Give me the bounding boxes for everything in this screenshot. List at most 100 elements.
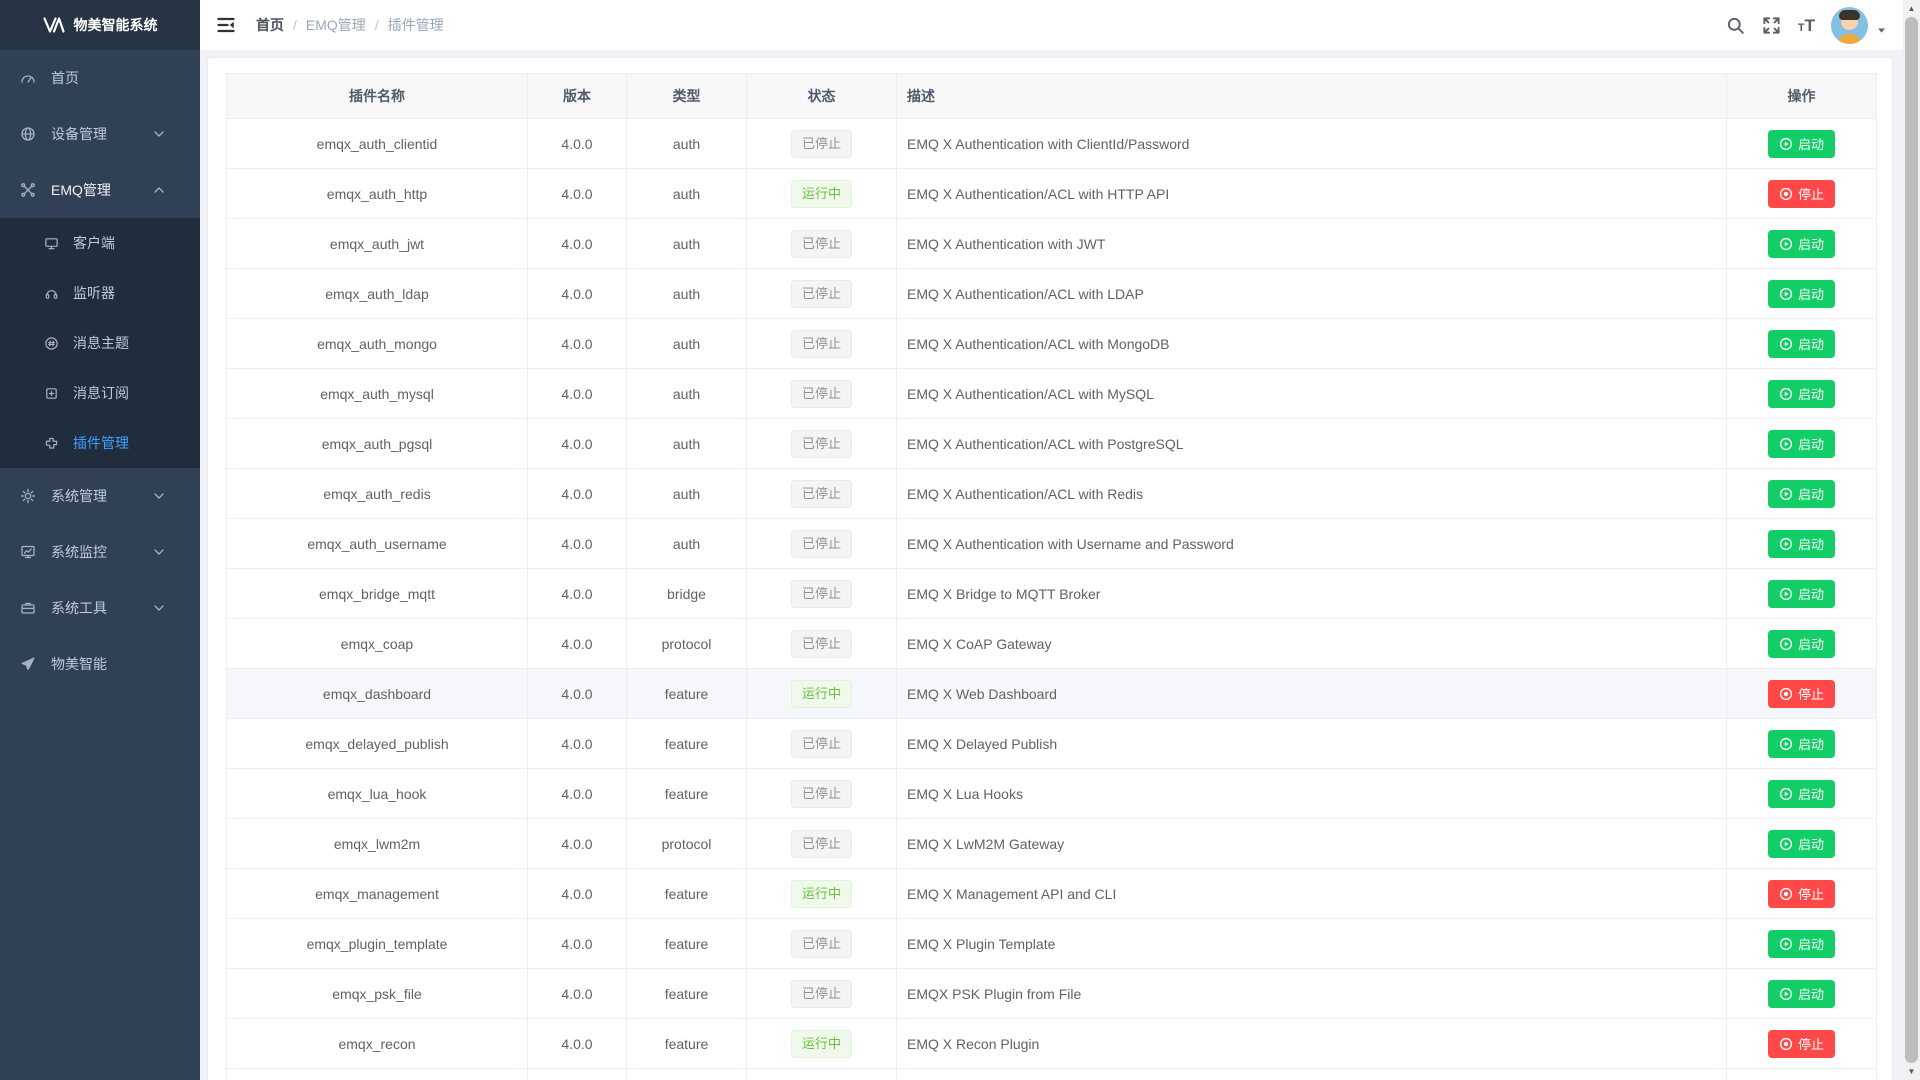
cell-type: auth (627, 469, 747, 519)
sidebar-subitem[interactable]: 消息主题 (0, 318, 200, 368)
button-label: 启动 (1798, 484, 1824, 503)
table-body: emqx_auth_clientid4.0.0auth已停止EMQ X Auth… (227, 119, 1877, 1080)
stop-circle-icon (1779, 1037, 1793, 1051)
cell-status: 已停止 (747, 619, 897, 669)
cell-operation: 启动 (1727, 269, 1877, 319)
start-button[interactable]: 启动 (1768, 480, 1835, 508)
table-row: emqx_auth_clientid4.0.0auth已停止EMQ X Auth… (227, 119, 1877, 169)
cell-status: 已停止 (747, 419, 897, 469)
plugin-icon (44, 436, 59, 451)
cell-status: 已停止 (747, 269, 897, 319)
start-button[interactable]: 启动 (1768, 780, 1835, 808)
avatar[interactable] (1831, 7, 1868, 44)
cell-operation: 停止 (1727, 669, 1877, 719)
listener-icon (44, 286, 59, 301)
start-button[interactable]: 启动 (1768, 380, 1835, 408)
sidebar-subitem[interactable]: 客户端 (0, 218, 200, 268)
start-button[interactable]: 启动 (1768, 130, 1835, 158)
sidebar: 物美智能系统 首页设备管理EMQ管理客户端监听器消息主题消息订阅插件管理系统管理… (0, 0, 200, 1080)
start-button[interactable]: 启动 (1768, 580, 1835, 608)
sidebar-item[interactable]: 设备管理 (0, 106, 200, 162)
cell-plugin-name: emqx_auth_http (227, 169, 528, 219)
status-tag: 已停止 (791, 380, 852, 408)
stop-button[interactable]: 停止 (1768, 1030, 1835, 1058)
cell-version: 4.0.0 (528, 969, 627, 1019)
cell-version: 4.0.0 (528, 819, 627, 869)
start-button[interactable]: 启动 (1768, 280, 1835, 308)
app-logo[interactable]: 物美智能系统 (0, 0, 200, 50)
subscribe-icon (44, 386, 59, 401)
cell-description: EMQ X Recon Plugin (897, 1019, 1727, 1069)
button-label: 启动 (1798, 284, 1824, 303)
table-row: emqx_auth_pgsql4.0.0auth已停止EMQ X Authent… (227, 419, 1877, 469)
start-button[interactable]: 启动 (1768, 430, 1835, 458)
play-circle-icon (1779, 537, 1793, 551)
chevron-up-icon (151, 182, 167, 198)
button-label: 启动 (1798, 734, 1824, 753)
caret-down-icon[interactable] (1876, 25, 1887, 36)
table-row: emqx_coap4.0.0protocol已停止EMQ X CoAP Gate… (227, 619, 1877, 669)
stop-button[interactable]: 停止 (1768, 880, 1835, 908)
fullscreen-icon[interactable] (1762, 16, 1781, 35)
breadcrumb-item: EMQ管理 (306, 15, 366, 35)
cell-status: 已停止 (747, 969, 897, 1019)
cell-version: 4.0.0 (528, 1019, 627, 1069)
stop-circle-icon (1779, 687, 1793, 701)
cell-description: EMQ X LwM2M Gateway (897, 819, 1727, 869)
status-tag: 已停止 (791, 130, 852, 158)
start-button[interactable]: 启动 (1768, 980, 1835, 1008)
sidebar-subitem[interactable]: 监听器 (0, 268, 200, 318)
cell-operation: 启动 (1727, 1069, 1877, 1080)
start-button[interactable]: 启动 (1768, 830, 1835, 858)
cell-version: 4.0.0 (528, 669, 627, 719)
cell-plugin-name: emqx_plugin_template (227, 919, 528, 969)
sidebar-item[interactable]: 系统监控 (0, 524, 200, 580)
start-button[interactable]: 启动 (1768, 230, 1835, 258)
user-menu[interactable] (1831, 7, 1887, 44)
breadcrumb-item: 插件管理 (388, 15, 444, 35)
sidebar-subitem[interactable]: 插件管理 (0, 418, 200, 468)
font-size-icon[interactable]: TT (1798, 17, 1815, 34)
cell-type: auth (627, 519, 747, 569)
table-row: emqx_management4.0.0feature运行中EMQ X Mana… (227, 869, 1877, 919)
cell-status: 已停止 (747, 469, 897, 519)
stop-button[interactable]: 停止 (1768, 680, 1835, 708)
cell-description: EMQX PSK Plugin from File (897, 969, 1727, 1019)
cell-version: 4.0.0 (528, 769, 627, 819)
table-row: emqx_lwm2m4.0.0protocol已停止EMQ X LwM2M Ga… (227, 819, 1877, 869)
sidebar-toggle-icon[interactable] (216, 15, 236, 35)
cell-description: EMQ X Authentication/ACL with PostgreSQL (897, 419, 1727, 469)
cell-operation: 启动 (1727, 919, 1877, 969)
sidebar-subitem[interactable]: 消息订阅 (0, 368, 200, 418)
search-icon[interactable] (1726, 16, 1745, 35)
chevron-down-icon (151, 544, 167, 560)
scrollbar-thumb[interactable] (1905, 17, 1918, 1063)
table-row: emqx_bridge_mqtt4.0.0bridge已停止EMQ X Brid… (227, 569, 1877, 619)
scrollbar-down-arrow[interactable]: ▼ (1903, 1063, 1920, 1080)
status-tag: 已停止 (791, 530, 852, 558)
sidebar-item[interactable]: 物美智能 (0, 636, 200, 692)
play-circle-icon (1779, 137, 1793, 151)
scrollbar-up-arrow[interactable]: ▲ (1903, 0, 1920, 17)
start-button[interactable]: 启动 (1768, 730, 1835, 758)
page-scrollbar[interactable]: ▲ ▼ (1903, 0, 1920, 1080)
sidebar-item[interactable]: 系统管理 (0, 468, 200, 524)
cell-status: 已停止 (747, 119, 897, 169)
sidebar-item[interactable]: EMQ管理 (0, 162, 200, 218)
cell-type: auth (627, 119, 747, 169)
cell-operation: 启动 (1727, 769, 1877, 819)
play-circle-icon (1779, 237, 1793, 251)
breadcrumb-item[interactable]: 首页 (256, 15, 284, 35)
cell-plugin-name: emqx_dashboard (227, 669, 528, 719)
sidebar-item[interactable]: 首页 (0, 50, 200, 106)
sidebar-item[interactable]: 系统工具 (0, 580, 200, 636)
cell-version: 4.0.0 (528, 169, 627, 219)
start-button[interactable]: 启动 (1768, 930, 1835, 958)
start-button[interactable]: 启动 (1768, 530, 1835, 558)
stop-button[interactable]: 停止 (1768, 180, 1835, 208)
start-button[interactable]: 启动 (1768, 330, 1835, 358)
start-button[interactable]: 启动 (1768, 630, 1835, 658)
cell-type: feature (627, 669, 747, 719)
cell-operation: 启动 (1727, 819, 1877, 869)
cell-status: 已停止 (747, 919, 897, 969)
